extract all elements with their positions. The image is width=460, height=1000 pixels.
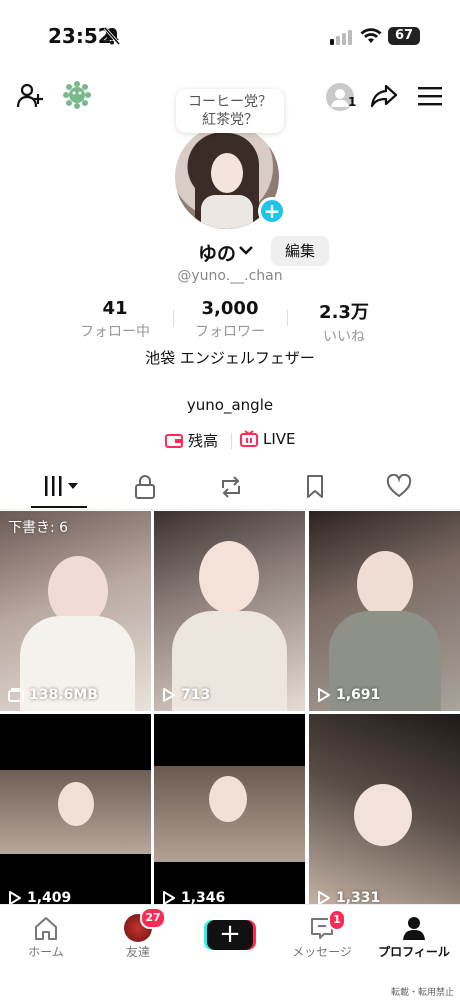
view-count: 1,691 (336, 687, 381, 703)
grid-icon (45, 476, 78, 496)
balance-label: 残高 (188, 432, 219, 450)
lock-icon (135, 475, 155, 499)
add-avatar-plus-icon[interactable]: + (258, 197, 286, 225)
battery-icon: 67 (388, 27, 420, 45)
nav-friends[interactable]: 友達 27 (92, 907, 184, 960)
profile-link[interactable]: yuno_angle (0, 396, 460, 414)
tooltip-line1: コーヒー党？ (188, 94, 272, 110)
action-divider (231, 433, 232, 449)
followers-count: 3,000 (201, 298, 259, 319)
tab-videos[interactable] (43, 474, 81, 502)
copyright-note: 転載・転用禁止 (390, 988, 454, 998)
play-icon (163, 688, 175, 702)
nav-home[interactable]: ホーム (0, 913, 92, 960)
profile-bio: 池袋 エンジェルフェザー (145, 349, 315, 367)
friends-badge: 27 (140, 907, 166, 929)
nav-create[interactable]: + (184, 913, 276, 957)
video-thumbnail[interactable]: 1,409 (0, 714, 151, 914)
video-thumbnail[interactable]: 713 (154, 511, 305, 711)
tooltip-line2: 紅茶党？ (202, 112, 258, 128)
nav-friends-label: 友達 (125, 945, 150, 959)
thumbnail-figure (354, 784, 412, 846)
thumbnail-figure (357, 551, 413, 617)
following-count: 41 (102, 298, 128, 319)
likes-label: いいね (323, 329, 365, 345)
active-tab-indicator (31, 506, 87, 508)
tab-reposts[interactable] (218, 474, 244, 504)
video-meta: 1,691 (317, 687, 380, 703)
stat-divider (287, 310, 288, 326)
green-leaf-icon[interactable] (62, 80, 92, 114)
followers-label: フォロワー (195, 324, 265, 340)
live-button[interactable]: LIVE (240, 430, 296, 448)
status-bar: 23:52 67 (0, 0, 460, 70)
profile-handle: @yuno.__.chan (177, 268, 283, 284)
heart-icon (386, 473, 412, 498)
stat-divider (173, 310, 174, 326)
video-thumbnail[interactable]: 1,331 (309, 714, 460, 914)
profile-icon (403, 917, 425, 940)
live-tv-icon (240, 430, 258, 447)
video-thumbnail[interactable]: 1,346 (154, 714, 305, 914)
video-meta: 138.6MB (8, 687, 98, 703)
repost-icon (222, 476, 240, 498)
nickname-prompt-tooltip[interactable]: コーヒー党？ 紅茶党？ (176, 89, 284, 133)
play-icon (318, 688, 330, 702)
profile-viewers-icon[interactable]: 1 (325, 82, 357, 116)
tab-favorites[interactable] (304, 474, 326, 504)
likes-count: 2.3万 (319, 302, 369, 323)
video-grid: 下書き: 6 138.6MB 713 1,691 1,409 1,346 1,3… (0, 511, 460, 914)
tab-liked[interactable] (386, 473, 412, 502)
profile-stats: 41 フォロー中 3,000 フォロワー 2.3万 いいね (0, 298, 460, 345)
following-label: フォロー中 (80, 324, 150, 340)
nav-messages-label: メッセージ (292, 945, 352, 959)
draft-size: 138.6MB (29, 687, 98, 703)
video-thumbnail[interactable]: 下書き: 6 138.6MB (0, 511, 151, 711)
thumbnail-figure (58, 782, 94, 826)
status-time: 23:52 (48, 24, 112, 48)
following-stat[interactable]: 41 フォロー中 (60, 298, 170, 341)
create-plus-icon: + (207, 920, 253, 950)
video-thumbnail[interactable]: 1,691 (309, 511, 460, 711)
menu-icon[interactable] (418, 86, 442, 110)
likes-stat[interactable]: 2.3万 いいね (289, 298, 399, 346)
profile-name[interactable]: ゆの (198, 239, 236, 266)
edit-profile-button[interactable]: 編集 (271, 236, 329, 266)
tab-private[interactable] (134, 474, 156, 504)
thumbnail-figure (209, 776, 247, 822)
avatar-container[interactable]: + (175, 125, 287, 229)
storage-icon (8, 688, 24, 702)
share-icon[interactable] (370, 83, 398, 113)
balance-button[interactable]: 残高 (165, 430, 218, 451)
viewers-count: 1 (348, 95, 357, 109)
messages-badge: 1 (328, 909, 346, 931)
nav-home-label: ホーム (28, 945, 64, 959)
video-meta: 713 (162, 687, 210, 703)
bottom-navigation: ホーム 友達 27 + メッセージ 1 プロフィール (0, 904, 460, 980)
drafts-label: 下書き: 6 (8, 520, 69, 536)
content-tabs (0, 466, 460, 510)
followers-stat[interactable]: 3,000 フォロワー (175, 298, 285, 341)
wallet-icon (165, 433, 183, 448)
bell-muted-icon (103, 27, 121, 49)
nav-profile-label: プロフィール (378, 945, 450, 959)
live-label: LIVE (263, 430, 296, 448)
bookmark-icon (307, 475, 323, 498)
chevron-down-icon[interactable] (238, 242, 254, 261)
view-count: 713 (181, 687, 211, 703)
thumbnail-figure (199, 541, 259, 613)
person-add-icon[interactable] (16, 82, 44, 114)
home-icon (35, 917, 57, 940)
nav-messages[interactable]: メッセージ 1 (276, 909, 368, 960)
signal-icon (330, 30, 352, 45)
nav-profile[interactable]: プロフィール (368, 913, 460, 960)
wifi-icon (360, 27, 382, 49)
